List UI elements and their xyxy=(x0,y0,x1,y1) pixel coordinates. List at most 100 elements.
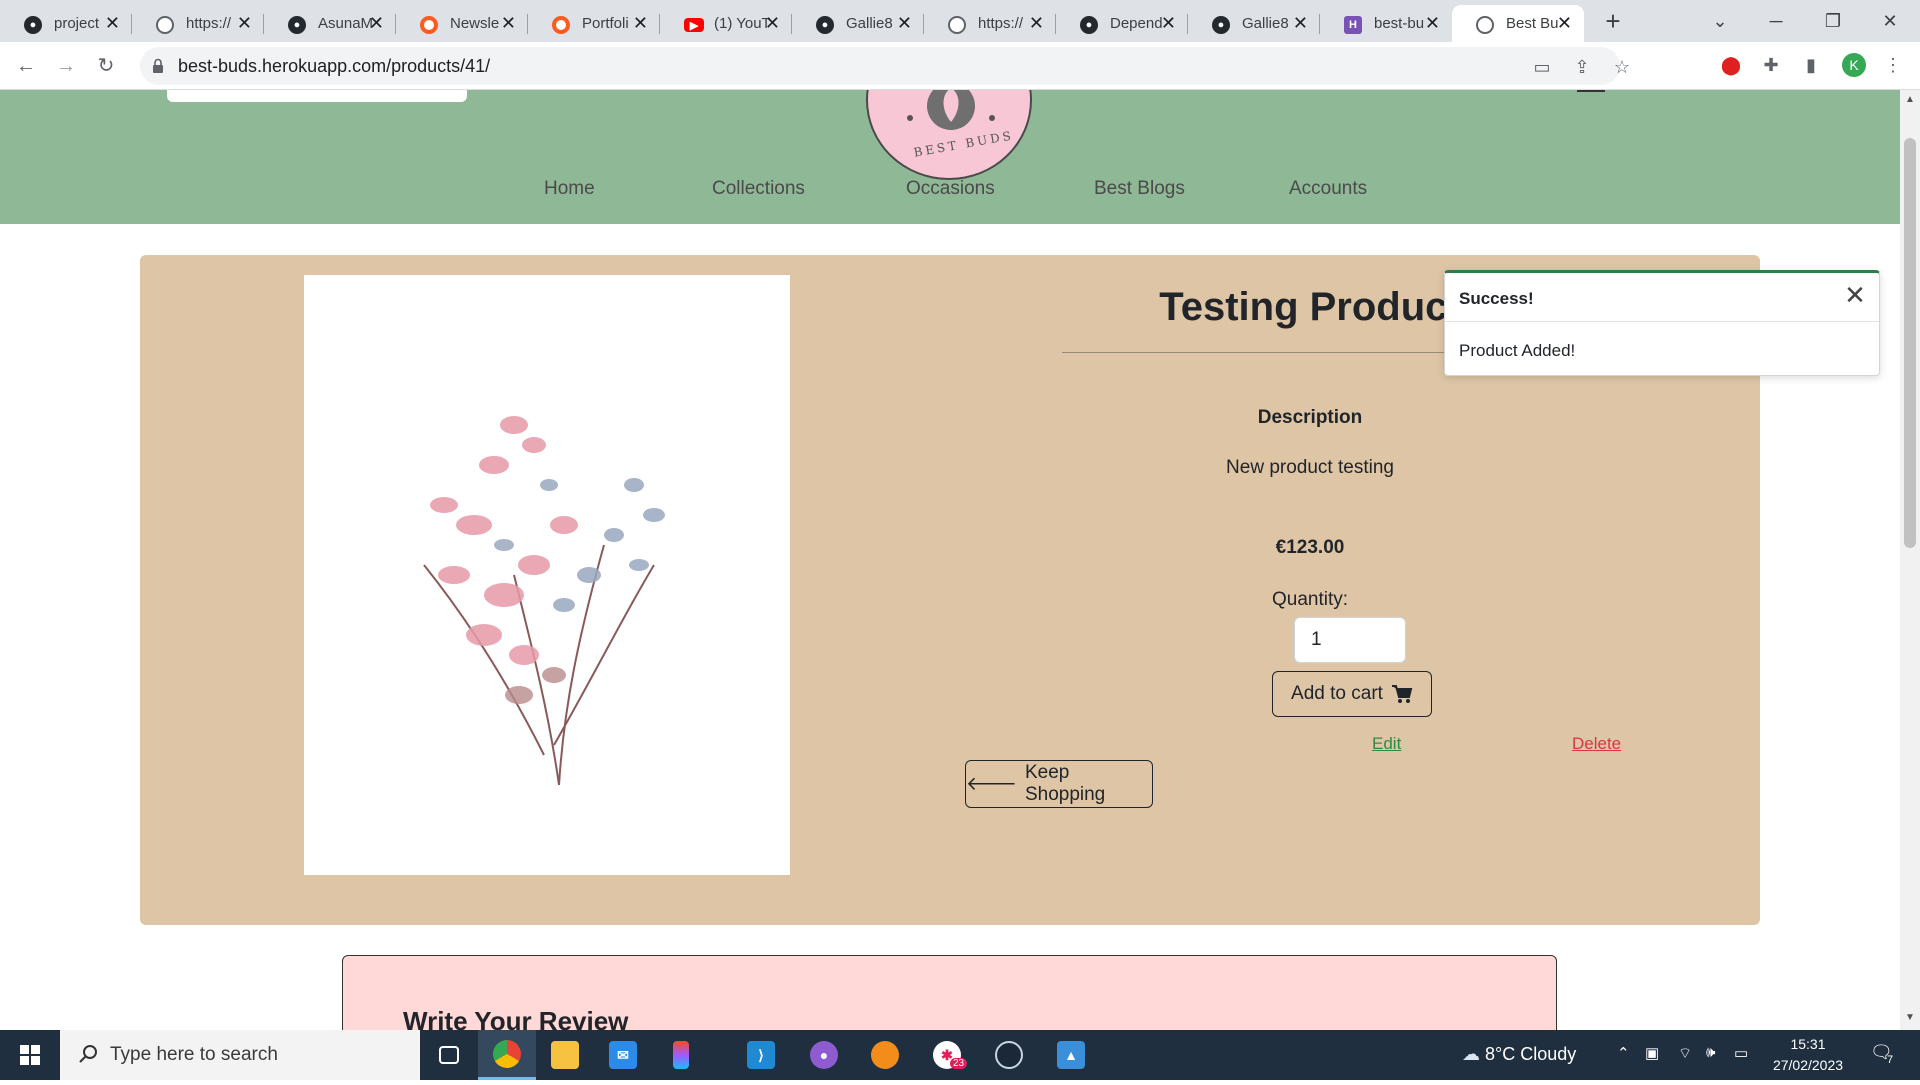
review-heading: Write Your Review xyxy=(403,1006,629,1030)
minimize-icon[interactable]: ─ xyxy=(1756,6,1796,36)
opera-extension-icon[interactable]: ⬤ xyxy=(1718,52,1744,78)
close-tab-icon[interactable]: ✕ xyxy=(1557,14,1572,32)
browser-tab[interactable]: H best-bu ✕ xyxy=(1320,5,1452,42)
tab-title: https:// xyxy=(978,15,1024,32)
bookmark-star-icon[interactable]: ☆ xyxy=(1610,55,1634,79)
task-view-icon[interactable] xyxy=(420,1030,478,1080)
fl-studio-icon[interactable] xyxy=(856,1030,914,1080)
nav-occasions[interactable]: Occasions xyxy=(906,178,995,200)
opera-icon xyxy=(420,16,438,34)
close-tab-icon[interactable]: ✕ xyxy=(1029,14,1044,32)
menu-kebab-icon[interactable]: ⋮ xyxy=(1880,52,1906,78)
browser-tab-active[interactable]: Best Bu ✕ xyxy=(1452,5,1584,42)
tab-title: Depend xyxy=(1110,15,1163,32)
nav-accounts[interactable]: Accounts xyxy=(1289,178,1367,200)
delete-product-link[interactable]: Delete xyxy=(1572,734,1621,754)
close-tab-icon[interactable]: ✕ xyxy=(897,14,912,32)
browser-tab[interactable]: https:// ✕ xyxy=(924,5,1056,42)
system-clock[interactable]: 15:31 27/02/2023 xyxy=(1760,1034,1856,1076)
steam-icon[interactable] xyxy=(980,1030,1038,1080)
tab-search-icon[interactable]: ⌄ xyxy=(1700,6,1740,36)
close-tab-icon[interactable]: ✕ xyxy=(1293,14,1308,32)
tab-title: best-bu xyxy=(1374,15,1425,32)
product-price: €123.00 xyxy=(1275,537,1345,558)
browser-toolbar: ← → ↻ best-buds.herokuapp.com/products/4… xyxy=(0,42,1920,90)
close-tab-icon[interactable]: ✕ xyxy=(369,14,384,32)
browser-tab[interactable]: ● project ✕ xyxy=(0,5,132,42)
back-icon[interactable]: ← xyxy=(12,52,40,80)
nav-best-blogs[interactable]: Best Blogs xyxy=(1094,178,1185,200)
browser-tab[interactable]: https:// ✕ xyxy=(132,5,264,42)
forward-icon[interactable]: → xyxy=(52,52,80,80)
lock-icon xyxy=(153,58,163,73)
tray-chevron-icon[interactable]: ⌃ xyxy=(1617,1044,1630,1062)
windows-start-icon[interactable] xyxy=(0,1030,60,1080)
new-tab-button[interactable]: + xyxy=(1598,6,1628,36)
vscode-icon[interactable]: ⟩ xyxy=(732,1030,790,1080)
file-explorer-icon[interactable] xyxy=(536,1030,594,1080)
close-tab-icon[interactable]: ✕ xyxy=(1425,14,1440,32)
browser-tab[interactable]: ● Gallie8 ✕ xyxy=(792,5,924,42)
edit-product-link[interactable]: Edit xyxy=(1372,734,1401,754)
browser-tab[interactable]: Portfoli ✕ xyxy=(528,5,660,42)
globe-icon xyxy=(156,16,174,34)
browser-tab[interactable]: ● Gallie8 ✕ xyxy=(1188,5,1320,42)
extensions-puzzle-icon[interactable]: ✚ xyxy=(1758,52,1784,78)
site-search-input[interactable] xyxy=(167,90,467,102)
close-tab-icon[interactable]: ✕ xyxy=(765,14,780,32)
keep-shopping-button[interactable]: 🡐 Keep Shopping xyxy=(965,760,1153,808)
restore-icon[interactable]: ❐ xyxy=(1813,6,1853,36)
close-tab-icon[interactable]: ✕ xyxy=(633,14,648,32)
github-icon: ● xyxy=(288,16,306,34)
scroll-down-icon[interactable]: ▼ xyxy=(1904,1012,1916,1023)
close-icon[interactable]: ✕ xyxy=(1841,281,1869,309)
site-logo[interactable]: BEST BUDS xyxy=(866,90,1032,180)
notification-count: 7 xyxy=(1887,1054,1894,1066)
scroll-up-icon[interactable]: ▲ xyxy=(1904,94,1916,105)
quantity-label: Quantity: xyxy=(1271,589,1349,610)
share-icon[interactable]: ⇪ xyxy=(1570,55,1594,79)
wifi-icon[interactable]: ⌔ xyxy=(1678,1044,1692,1063)
scroll-thumb[interactable] xyxy=(1904,138,1916,548)
cart-indicator xyxy=(1577,90,1605,92)
taskbar-search-box[interactable]: Type here to search xyxy=(60,1030,420,1080)
close-tab-icon[interactable]: ✕ xyxy=(501,14,516,32)
close-tab-icon[interactable]: ✕ xyxy=(1161,14,1176,32)
browser-tab[interactable]: Newsle ✕ xyxy=(396,5,528,42)
browser-tab[interactable]: ● AsunaM ✕ xyxy=(264,5,396,42)
tab-title: Newsle xyxy=(450,15,500,32)
slack-icon[interactable]: ✱ 23 xyxy=(918,1030,976,1080)
address-bar[interactable]: best-buds.herokuapp.com/products/41/ ▭ ⇪… xyxy=(140,47,1630,85)
browser-tab-strip: ● project ✕ https:// ✕ ● AsunaM ✕ Newsle… xyxy=(0,0,1920,42)
weather-widget[interactable]: ☁ 8°C Cloudy xyxy=(1462,1044,1576,1065)
volume-icon[interactable]: 🕪 xyxy=(1706,1044,1715,1061)
battery-icon[interactable]: ▭ xyxy=(1734,1044,1748,1062)
side-panel-icon[interactable]: ▮ xyxy=(1798,52,1824,78)
close-tab-icon[interactable]: ✕ xyxy=(237,14,252,32)
nav-home[interactable]: Home xyxy=(544,178,595,200)
profile-avatar[interactable]: K xyxy=(1842,53,1866,77)
figma-icon[interactable] xyxy=(652,1030,710,1080)
github-desktop-icon[interactable]: ● xyxy=(795,1030,853,1080)
browser-tab[interactable]: ● Depend ✕ xyxy=(1056,5,1188,42)
notifications-icon[interactable]: 🗨 7 xyxy=(1870,1042,1900,1068)
mail-icon[interactable]: ✉ xyxy=(594,1030,652,1080)
browser-tab[interactable]: ▶ (1) YouT ✕ xyxy=(660,5,792,42)
add-to-cart-button[interactable]: Add to cart xyxy=(1272,671,1432,717)
photos-icon[interactable]: ▲ xyxy=(1042,1030,1100,1080)
globe-icon xyxy=(948,16,966,34)
page-scrollbar[interactable]: ▲ ▼ xyxy=(1900,90,1920,1030)
product-image xyxy=(304,275,790,875)
opera-icon xyxy=(552,16,570,34)
taskbar-search-placeholder: Type here to search xyxy=(110,1044,278,1065)
close-tab-icon[interactable]: ✕ xyxy=(105,14,120,32)
nav-collections[interactable]: Collections xyxy=(712,178,805,200)
meet-now-icon[interactable]: ▣ xyxy=(1645,1044,1659,1062)
flower-bouquet-image xyxy=(423,416,665,786)
tab-title: (1) YouT xyxy=(714,15,770,32)
chrome-icon[interactable] xyxy=(478,1030,536,1080)
reload-icon[interactable]: ↻ xyxy=(92,52,120,80)
install-app-icon[interactable]: ▭ xyxy=(1530,55,1554,79)
close-window-icon[interactable]: ✕ xyxy=(1870,6,1910,36)
quantity-input[interactable] xyxy=(1294,617,1406,663)
